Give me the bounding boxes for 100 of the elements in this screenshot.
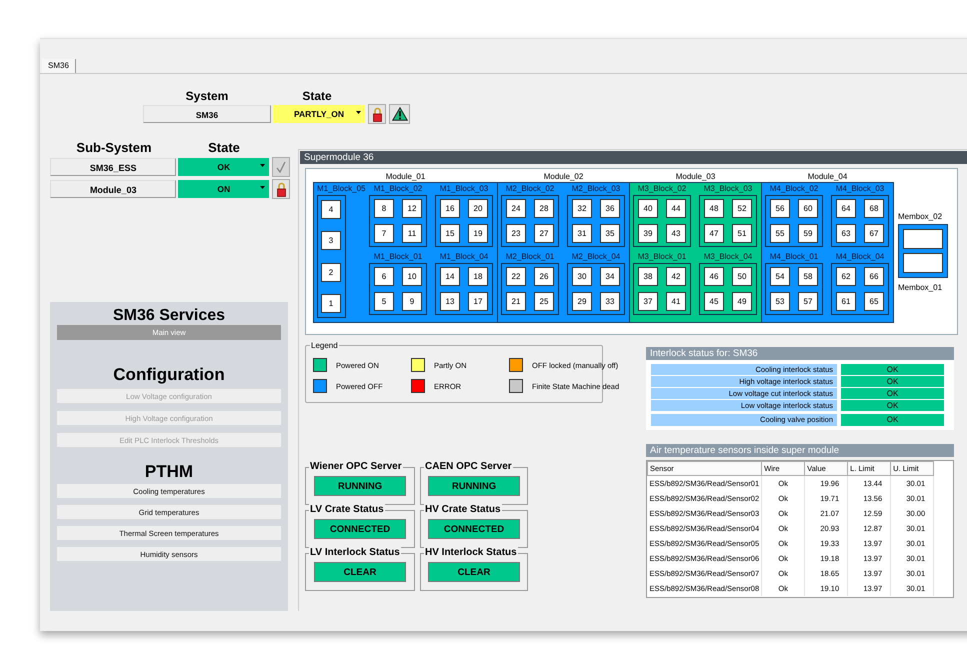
status-indicator: CONNECTED bbox=[314, 519, 406, 539]
block-label: M4_Block_03 bbox=[836, 183, 884, 195]
chip-slot: 57 bbox=[798, 292, 818, 310]
chip-slot: 39 bbox=[638, 224, 658, 243]
chip-slot: 21 bbox=[506, 292, 526, 310]
chip-slot: 6 bbox=[374, 266, 394, 286]
module-label: Module_03 bbox=[674, 171, 716, 182]
block-label: M3_Block_04 bbox=[704, 250, 752, 262]
block-label: M2_Block_02 bbox=[506, 183, 554, 195]
panel-title: Supermodule 36 bbox=[300, 151, 967, 164]
block-label: M1_Block_02 bbox=[374, 183, 422, 195]
chip-slot: 8 bbox=[374, 199, 394, 218]
chip-slot: 25 bbox=[534, 292, 554, 310]
block-label: M1_Block_01 bbox=[374, 250, 422, 262]
chip-slot: 32 bbox=[572, 199, 592, 218]
state-dropdown[interactable]: OK bbox=[178, 158, 270, 176]
chip-slot: 30 bbox=[572, 266, 592, 286]
chip-slot: 2 bbox=[321, 262, 341, 282]
lock-button[interactable] bbox=[272, 179, 290, 199]
chip-slot: 37 bbox=[638, 292, 658, 310]
warning-icon bbox=[392, 107, 408, 121]
block-label: M4_Block_04 bbox=[836, 250, 884, 262]
state-dropdown[interactable]: ON bbox=[178, 180, 270, 198]
membox-label: Membox_02 bbox=[898, 211, 942, 222]
chip-slot: 54 bbox=[770, 266, 790, 286]
chip-slot: 17 bbox=[468, 292, 488, 310]
chip-slot: 46 bbox=[704, 266, 724, 286]
block-label: M4_Block_02 bbox=[770, 183, 818, 195]
status-indicator: RUNNING bbox=[314, 476, 406, 496]
panel-title: Interlock status for: SM36 bbox=[646, 347, 954, 360]
status-indicator: CLEAR bbox=[314, 562, 406, 582]
status-indicator: CONNECTED bbox=[428, 519, 520, 539]
chip-slot: 31 bbox=[572, 224, 592, 243]
chip-slot: 10 bbox=[402, 266, 422, 286]
column-header: State bbox=[301, 89, 333, 103]
status-indicator: CLEAR bbox=[428, 562, 520, 582]
chip-slot: 45 bbox=[704, 292, 724, 310]
block-label: M1_Block_05 bbox=[317, 183, 366, 195]
section-heading: Configuration bbox=[112, 366, 226, 384]
chip-slot: 28 bbox=[534, 199, 554, 218]
chip-slot: 63 bbox=[836, 224, 856, 243]
chip-slot: 18 bbox=[468, 266, 488, 286]
block-label: M2_Block_01 bbox=[506, 250, 554, 262]
chip-slot: 7 bbox=[374, 224, 394, 243]
chip-slot: 14 bbox=[440, 266, 460, 286]
chip-slot: 50 bbox=[732, 266, 752, 286]
check-icon bbox=[276, 161, 286, 173]
block-label: M3_Block_03 bbox=[704, 183, 752, 195]
chip-slot: 66 bbox=[864, 266, 884, 286]
chip-slot: 19 bbox=[468, 224, 488, 243]
chip-slot: 52 bbox=[732, 199, 752, 218]
chip-slot: 1 bbox=[321, 294, 341, 313]
subsystem-name: SM36_ESS bbox=[50, 158, 176, 176]
chip-slot: 47 bbox=[704, 224, 724, 243]
chip-slot: 48 bbox=[704, 199, 724, 218]
chip-slot: 23 bbox=[506, 224, 526, 243]
chip-slot: 22 bbox=[506, 266, 526, 286]
block-label: M2_Block_04 bbox=[572, 250, 620, 262]
chip-slot: 35 bbox=[600, 224, 620, 243]
chip-slot: 60 bbox=[798, 199, 818, 218]
chip-slot: 33 bbox=[600, 292, 620, 310]
chip-slot: 13 bbox=[440, 292, 460, 310]
chip-slot: 40 bbox=[638, 199, 658, 218]
chip-slot: 42 bbox=[666, 266, 686, 286]
state-dropdown[interactable]: PARTLY_ON bbox=[273, 105, 365, 123]
panel-title: Air temperature sensors inside super module bbox=[646, 444, 954, 457]
chip-slot: 12 bbox=[402, 199, 422, 218]
legend-title: Legend bbox=[310, 340, 339, 351]
membox-slot bbox=[903, 253, 943, 273]
warning-button[interactable] bbox=[389, 104, 410, 124]
chip-slot: 55 bbox=[770, 224, 790, 243]
status-indicator: OK bbox=[841, 400, 944, 411]
chip-slot: 24 bbox=[506, 199, 526, 218]
status-indicator: OK bbox=[841, 414, 944, 426]
chip-slot: 16 bbox=[440, 199, 460, 218]
section-heading: PTHM bbox=[144, 463, 194, 481]
caret-icon bbox=[260, 164, 266, 167]
chip-slot: 9 bbox=[402, 292, 422, 310]
chip-slot: 15 bbox=[440, 224, 460, 243]
block-label: M3_Block_01 bbox=[638, 250, 686, 262]
chip-slot: 26 bbox=[534, 266, 554, 286]
lock-button[interactable] bbox=[368, 104, 386, 124]
chip-slot: 65 bbox=[864, 292, 884, 310]
membox-label: Membox_01 bbox=[898, 282, 942, 293]
column-header: State bbox=[207, 141, 241, 155]
tab[interactable]: SM36 bbox=[42, 59, 76, 73]
chip-slot: 59 bbox=[798, 224, 818, 243]
membox-slot bbox=[903, 229, 943, 249]
chip-slot: 11 bbox=[402, 224, 422, 243]
column-header: System bbox=[184, 89, 230, 103]
chip-slot: 3 bbox=[321, 231, 341, 250]
status-indicator: OK bbox=[841, 388, 944, 399]
chip-slot: 49 bbox=[732, 292, 752, 310]
chip-slot: 34 bbox=[600, 266, 620, 286]
system-name: SM36 bbox=[143, 105, 271, 123]
chip-slot: 36 bbox=[600, 199, 620, 218]
module-label: Module_01 bbox=[384, 171, 426, 182]
chip-slot: 51 bbox=[732, 224, 752, 243]
chip-slot: 61 bbox=[836, 292, 856, 310]
caret-icon bbox=[356, 111, 361, 114]
